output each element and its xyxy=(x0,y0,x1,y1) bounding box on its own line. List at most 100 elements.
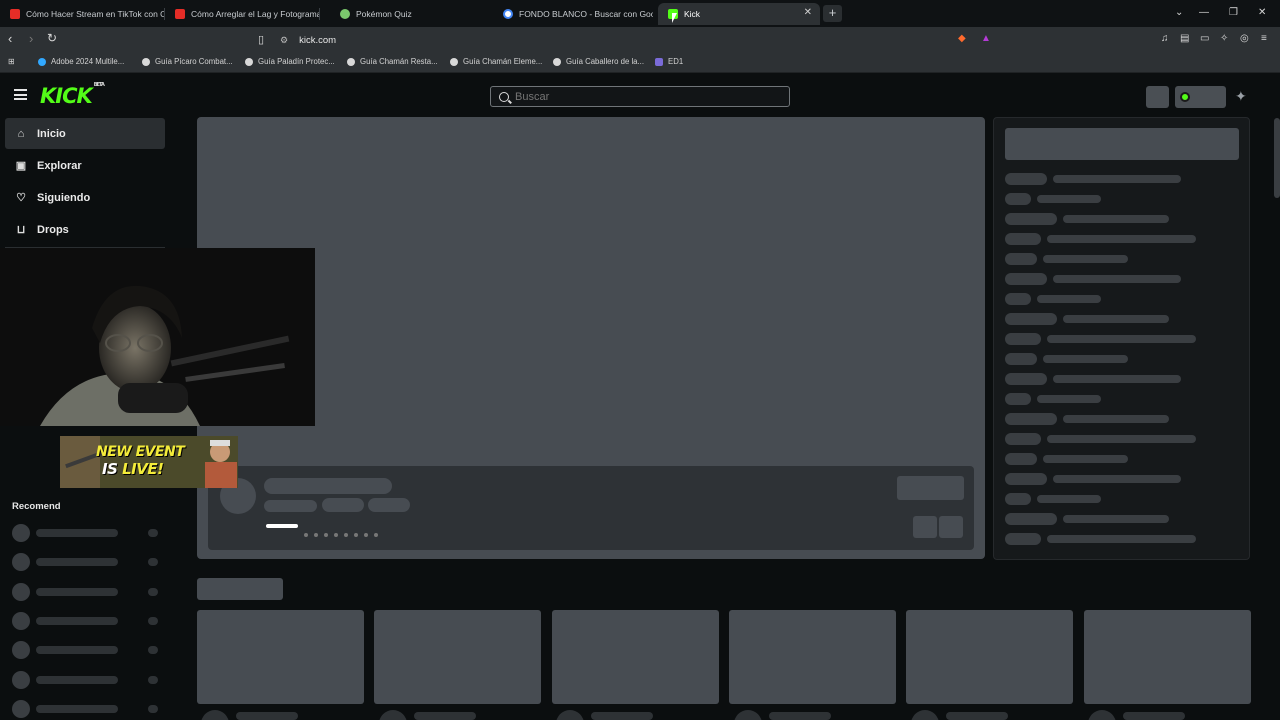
chat-username-skeleton xyxy=(1005,473,1047,485)
site-info-icon[interactable]: ⚙ xyxy=(280,35,288,46)
bookmark-item[interactable]: Guía Chamán Resta... xyxy=(347,57,438,66)
heart-icon: ♡ xyxy=(16,192,26,204)
chat-message-skeleton xyxy=(1037,295,1101,303)
brave-rewards-icon[interactable]: ▲ xyxy=(981,33,991,44)
sidebar-toggle-icon[interactable]: ▤ xyxy=(1180,33,1189,44)
chat-username-skeleton xyxy=(1005,173,1047,185)
hamburger-menu-icon[interactable] xyxy=(14,89,27,100)
card-avatar-skeleton xyxy=(556,710,584,720)
recommended-heading: Recomend xyxy=(12,501,61,512)
mouse-cursor-icon xyxy=(672,13,677,23)
webcam-overlay xyxy=(0,248,315,426)
chat-message-skeleton xyxy=(1053,475,1181,483)
recommended-channel-skeleton xyxy=(12,553,162,571)
featured-stream-info-skeleton xyxy=(208,466,974,550)
page-scrollbar[interactable] xyxy=(1274,118,1280,198)
restore-icon[interactable]: ❐ xyxy=(1229,7,1238,18)
chat-username-skeleton xyxy=(1005,273,1047,285)
bookmark-item[interactable]: Guía Caballero de la... xyxy=(553,57,644,66)
bookmarks-bar: ⊞ Adobe 2024 Multile... Guía Pícaro Comb… xyxy=(0,53,1280,73)
minimize-icon[interactable]: — xyxy=(1199,7,1209,18)
forward-icon[interactable]: › xyxy=(29,31,33,46)
browser-tab[interactable]: Cómo Arreglar el Lag y Fotogramas Perdid… xyxy=(165,3,320,25)
chat-username-skeleton xyxy=(1005,413,1057,425)
chat-message-skeleton xyxy=(1063,415,1169,423)
sidebar-item-explorar[interactable]: ▣ Explorar xyxy=(5,150,165,181)
bookmark-item[interactable]: Adobe 2024 Multile... xyxy=(38,57,124,66)
bookmark-item[interactable]: Guía Paladín Protec... xyxy=(245,57,335,66)
bookmark-label: Guía Caballero de la... xyxy=(566,57,645,66)
bookmark-item[interactable]: Guía Pícaro Combat... xyxy=(142,57,233,66)
title-skeleton xyxy=(264,478,392,494)
bookmark-label: Guía Chamán Eleme... xyxy=(463,57,543,66)
chat-message-skeleton xyxy=(1053,275,1181,283)
apps-grid-icon[interactable]: ⊞ xyxy=(8,57,15,66)
media-icon[interactable]: ♫ xyxy=(1161,33,1169,44)
back-icon[interactable]: ‹ xyxy=(8,31,12,46)
stream-card-skeleton xyxy=(1084,610,1251,704)
sidebar-item-siguiendo[interactable]: ♡ Siguiendo xyxy=(5,182,165,213)
chat-username-skeleton xyxy=(1005,313,1057,325)
stream-card-skeleton xyxy=(374,610,541,704)
search-box[interactable] xyxy=(490,86,790,107)
carousel-dots[interactable] xyxy=(304,524,378,542)
menu-icon[interactable]: ≡ xyxy=(1261,33,1267,44)
tab-search-icon[interactable]: ⌄ xyxy=(1175,7,1183,18)
sidebar-item-label: Explorar xyxy=(37,159,82,172)
chat-message-skeleton xyxy=(1043,455,1128,463)
chat-username-skeleton xyxy=(1005,293,1031,305)
url-field[interactable]: ⚙ kick.com xyxy=(280,31,1000,49)
next-button-skeleton xyxy=(939,516,963,538)
home-icon: ⌂ xyxy=(17,127,25,140)
bookmark-favicon-icon xyxy=(245,57,253,66)
user-avatar-icon[interactable]: ✦ xyxy=(1235,88,1247,105)
bookmark-item[interactable]: ED1 xyxy=(655,57,683,66)
chat-header-skeleton xyxy=(1005,128,1239,160)
youtube-favicon-icon xyxy=(10,9,20,19)
card-text-skeleton xyxy=(591,712,653,720)
browser-tab[interactable]: Cómo Hacer Stream en TikTok con OBS xyxy=(0,3,165,25)
browser-tab[interactable]: FONDO BLANCO - Buscar con Google xyxy=(493,3,653,25)
kick-page: KICKBETA ✦ ⌂ Inicio ▣ Explorar ♡ Siguien… xyxy=(0,74,1280,720)
chat-username-skeleton xyxy=(1005,233,1041,245)
carousel-dot-active[interactable] xyxy=(266,524,298,528)
sidebar-item-drops[interactable]: ⊔ Drops xyxy=(5,214,165,245)
pokemon-favicon-icon xyxy=(340,9,350,19)
chat-message-skeleton xyxy=(1047,335,1196,343)
wallet-icon[interactable]: ▭ xyxy=(1200,33,1209,44)
bookmark-icon[interactable]: ▯ xyxy=(258,33,264,46)
webcam-feed-image xyxy=(0,248,315,426)
explore-icon: ▣ xyxy=(15,160,27,172)
card-avatar-skeleton xyxy=(1088,710,1116,720)
event-banner[interactable]: NEW EVENT IS LIVE! xyxy=(60,436,238,488)
browser-tab-active[interactable]: Kick ✕ xyxy=(658,3,820,25)
close-window-icon[interactable]: ✕ xyxy=(1258,7,1266,18)
close-tab-icon[interactable]: ✕ xyxy=(804,7,812,18)
new-tab-button[interactable]: + xyxy=(823,5,842,22)
kick-logo[interactable]: KICK BETA xyxy=(40,82,105,108)
recommended-channel-skeleton xyxy=(12,641,162,659)
youtube-favicon-icon xyxy=(175,9,185,19)
chat-username-skeleton xyxy=(1005,433,1041,445)
card-text-skeleton xyxy=(946,712,1008,720)
leo-ai-icon[interactable]: ✧ xyxy=(1220,33,1228,44)
chat-username-skeleton xyxy=(1005,213,1057,225)
chat-username-skeleton xyxy=(1005,253,1037,265)
card-text-skeleton xyxy=(769,712,831,720)
search-input[interactable] xyxy=(515,90,765,103)
chat-username-skeleton xyxy=(1005,333,1041,345)
brave-shield-icon[interactable]: ◆ xyxy=(958,33,966,44)
browser-tab[interactable]: Pokémon Quiz xyxy=(330,3,495,25)
bookmark-favicon-icon xyxy=(655,57,663,66)
chat-username-skeleton xyxy=(1005,493,1031,505)
prev-button-skeleton xyxy=(913,516,937,538)
reload-icon[interactable]: ↻ xyxy=(47,31,57,45)
bookmark-label: Guía Pícaro Combat... xyxy=(155,57,233,66)
sidebar-item-inicio[interactable]: ⌂ Inicio xyxy=(5,118,165,149)
kick-header: KICKBETA ✦ xyxy=(0,74,1280,118)
chat-message-skeleton xyxy=(1063,515,1169,523)
vpn-icon[interactable]: ◎ xyxy=(1240,33,1249,44)
bookmark-item[interactable]: Guía Chamán Eleme... xyxy=(450,57,542,66)
bookmark-label: ED1 xyxy=(668,57,684,66)
chat-username-skeleton xyxy=(1005,193,1031,205)
